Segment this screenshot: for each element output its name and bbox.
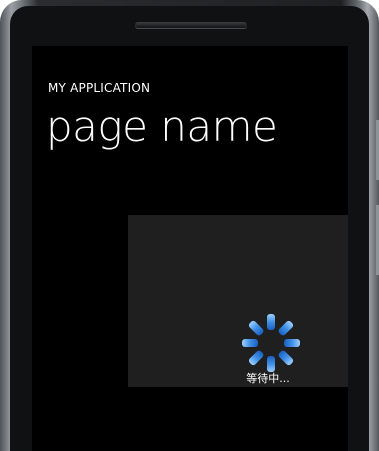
phone-earpiece: [135, 22, 247, 28]
spinner-blade: [278, 320, 294, 336]
loading-panel: 等待中...: [128, 215, 348, 387]
application-title: MY APPLICATION: [48, 81, 151, 95]
spinner-blade: [242, 339, 258, 347]
loading-text: 等待中...: [246, 372, 290, 385]
page-title: page name: [46, 102, 278, 151]
spinner-blade: [284, 339, 300, 347]
spinner-blade: [267, 314, 275, 330]
phone-screen: MY APPLICATION page name 等待中...: [32, 46, 348, 451]
spinner-blade: [278, 350, 294, 366]
spinner-blade: [248, 350, 264, 366]
loading-spinner-icon: [242, 314, 300, 372]
spinner-blade: [248, 320, 264, 336]
phone-frame: MY APPLICATION page name 等待中...: [0, 0, 379, 451]
